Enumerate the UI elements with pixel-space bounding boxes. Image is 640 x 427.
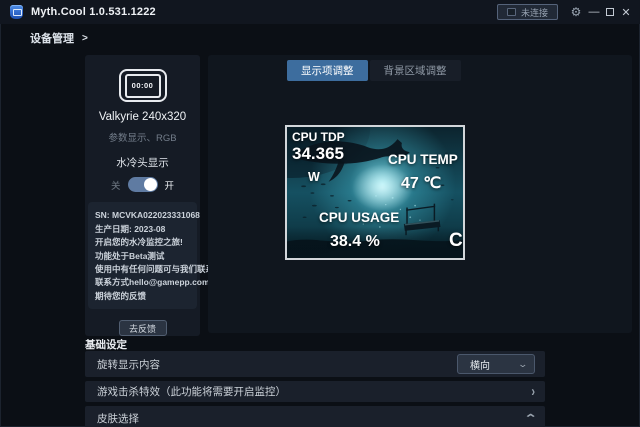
cpu-tdp-label[interactable]: CPU TDP xyxy=(292,130,345,144)
cpu-tdp-value[interactable]: 34.365 xyxy=(292,144,344,164)
info-contact-email: 联系方式hello@gamepp.com xyxy=(95,276,191,289)
skin-select-label: 皮肤选择 xyxy=(97,411,139,426)
info-feedback-text: 期待您的反馈 xyxy=(95,290,191,303)
basic-settings-title: 基础设定 xyxy=(85,337,127,352)
app-logo-icon xyxy=(10,5,23,19)
tab-background-area[interactable]: 背景区域调整 xyxy=(370,60,461,81)
toggle-on-label: 开 xyxy=(165,178,175,192)
rotation-dropdown-value: 横向 xyxy=(470,357,490,372)
lcd-preview-canvas[interactable]: CPU TDP 34.365 W CPU TEMP 47 ℃ CPU USAGE… xyxy=(285,125,465,260)
main-panel: 显示项调整 背景区域调整 xyxy=(208,55,632,333)
cpu-tdp-unit[interactable]: W xyxy=(308,170,320,184)
info-beta-text: 功能处于Beta测试 xyxy=(95,250,191,263)
clipped-text: C xyxy=(449,230,463,252)
info-support-text: 使用中有任何问题可与我们联系 xyxy=(95,263,191,276)
chevron-right-icon: › xyxy=(531,384,535,400)
chevron-up-icon: ⌃ xyxy=(523,412,537,425)
device-panel: 00:00 Valkyrie 240x320 参数显示、RGB 水冷头显示 关 … xyxy=(85,55,200,336)
device-display-icon-time: 00:00 xyxy=(125,74,161,98)
display-toggle-switch[interactable] xyxy=(128,177,158,192)
display-toggle-row: 关 开 xyxy=(111,177,174,192)
nav-device-management[interactable]: 设备管理 xyxy=(30,30,74,46)
connection-status-badge[interactable]: 未连接 xyxy=(497,4,558,20)
titlebar-controls: 未连接 ⚙ — ✕ xyxy=(497,0,640,24)
device-info-box: SN: MCVKA022023331068 生产日期: 2023-08 开启您的… xyxy=(88,202,197,309)
device-name: Valkyrie 240x320 xyxy=(99,111,186,123)
titlebar: Myth.Cool 1.0.531.1222 未连接 ⚙ — ✕ xyxy=(0,0,640,24)
device-display-icon: 00:00 xyxy=(119,69,167,102)
minimize-button[interactable]: — xyxy=(586,0,602,24)
toggle-knob xyxy=(144,178,157,191)
setting-row-skin-select[interactable]: 皮肤选择 ⌃ xyxy=(85,406,545,427)
rotation-dropdown[interactable]: 横向 ⌄ xyxy=(457,354,535,374)
toggle-off-label: 关 xyxy=(111,178,121,192)
cpu-usage-label[interactable]: CPU USAGE xyxy=(319,210,399,225)
preview-tabs: 显示项调整 背景区域调整 xyxy=(287,60,461,81)
cpu-temp-value[interactable]: 47 ℃ xyxy=(401,173,441,193)
device-production-date: 生产日期: 2023-08 xyxy=(95,223,191,236)
chevron-down-icon: ⌄ xyxy=(518,359,529,370)
device-screen-icon xyxy=(507,8,516,16)
setting-row-kill-effects[interactable]: 游戏击杀特效（此功能将需要开启监控） › xyxy=(85,381,545,402)
device-serial-number: SN: MCVKA022023331068 xyxy=(95,209,191,222)
tab-display-items[interactable]: 显示项调整 xyxy=(287,60,368,81)
device-features: 参数显示、RGB xyxy=(108,130,176,144)
close-button[interactable]: ✕ xyxy=(618,0,634,24)
settings-gear-icon[interactable]: ⚙ xyxy=(568,0,584,24)
info-welcome-text: 开启您的水冷监控之旅! xyxy=(95,236,191,249)
connection-status-text: 未连接 xyxy=(521,6,548,19)
cpu-temp-label[interactable]: CPU TEMP xyxy=(388,152,458,167)
kill-effects-label: 游戏击杀特效（此功能将需要开启监控） xyxy=(97,384,286,399)
waterblock-display-label: 水冷头显示 xyxy=(116,155,169,170)
maximize-icon xyxy=(606,8,614,16)
feedback-button[interactable]: 去反馈 xyxy=(119,320,167,336)
rotation-label: 旋转显示内容 xyxy=(97,357,160,372)
chevron-right-icon: > xyxy=(82,33,88,44)
breadcrumb: 设备管理 > xyxy=(30,30,88,46)
setting-row-rotation: 旋转显示内容 横向 ⌄ xyxy=(85,351,545,377)
maximize-button[interactable] xyxy=(602,0,618,24)
cpu-usage-value[interactable]: 38.4 % xyxy=(330,233,380,251)
app-title: Myth.Cool 1.0.531.1222 xyxy=(31,6,156,18)
